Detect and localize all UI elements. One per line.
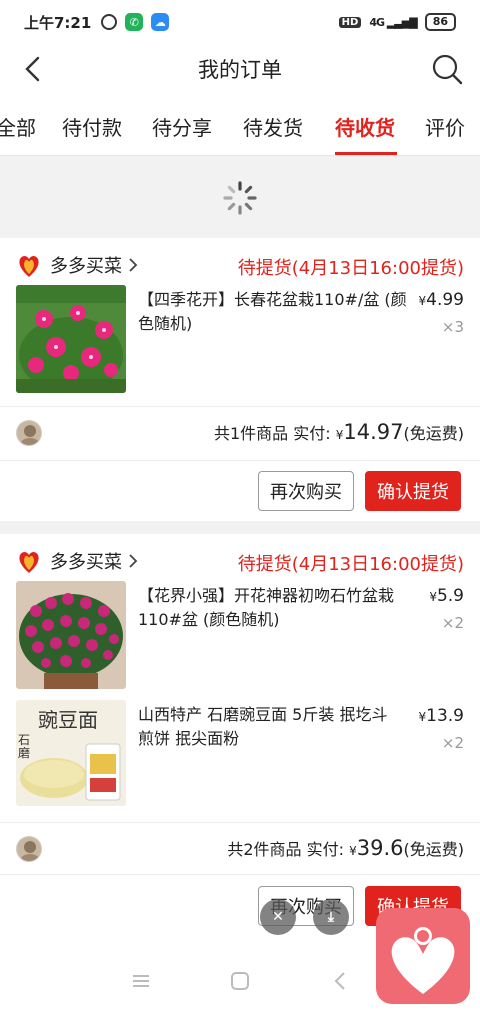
order-total: 39.6: [356, 836, 404, 860]
tab-review[interactable]: 评价: [425, 112, 465, 141]
pea-flour-side-label: 石磨: [18, 733, 31, 760]
menu-icon[interactable]: [130, 970, 152, 992]
divider: [0, 460, 480, 461]
order-summary: 共1件商品 实付: ¥14.97(免运费): [213, 420, 464, 444]
dianthus-flower-image: [16, 581, 126, 689]
product-title[interactable]: 山西特产 石磨豌豆面 5斤装 抿圪斗 煎饼 抿尖面粉: [138, 703, 408, 751]
product-quantity: ×2: [441, 734, 464, 752]
order-card: 多多买菜 待提货(4月13日16:00提货) 【四季花开】长春花盆栽110#/盆…: [0, 238, 480, 521]
order-status: 待提货(4月13日16:00提货): [237, 258, 464, 279]
rebuy-button[interactable]: 再次购买: [258, 471, 354, 511]
page-title: 我的订单: [198, 58, 282, 82]
hd-badge: HD: [338, 16, 362, 28]
status-bar: 上午7:21 ✆ ☁ HD 4G ▂▃▅▇ 86: [0, 0, 480, 44]
loading-spinner-icon: [223, 181, 257, 215]
back-arrow-icon[interactable]: [20, 54, 50, 84]
product-image[interactable]: [16, 285, 126, 393]
product-price: ¥4.99: [418, 290, 465, 310]
shop-logo-icon: [19, 552, 39, 573]
chevron-right-icon: [129, 258, 138, 272]
download-icon[interactable]: ⤓: [313, 899, 349, 935]
order-status: 待提货(4月13日16:00提货): [237, 554, 464, 575]
confirm-pickup-button[interactable]: 确认提货: [365, 471, 461, 511]
divider: [0, 874, 480, 875]
shop-name: 多多买菜: [50, 256, 122, 277]
order-total: 14.97: [343, 420, 404, 444]
signal-icon: 4G ▂▃▅▇: [369, 15, 417, 29]
product-quantity: ×3: [441, 318, 464, 336]
top-bar: 我的订单: [0, 44, 480, 94]
search-icon[interactable]: [430, 52, 464, 86]
chevron-right-icon: [129, 554, 138, 568]
battery-indicator: 86: [424, 13, 456, 31]
shop-name: 多多买菜: [50, 552, 122, 573]
order-tabs: 全部 待付款 待分享 待发货 待收货 评价: [0, 94, 480, 156]
product-quantity: ×2: [441, 614, 464, 632]
product-price: ¥13.9: [418, 706, 465, 726]
product-image[interactable]: 豌豆面 石磨: [16, 700, 126, 806]
floating-app-shortcut[interactable]: [376, 908, 470, 1004]
shop-link[interactable]: 多多买菜: [16, 252, 138, 278]
alarm-icon: [101, 14, 118, 30]
order-card: 多多买菜 待提货(4月13日16:00提货) 【花界小强】开花神器初吻石竹盆栽1…: [0, 534, 480, 950]
back-icon[interactable]: [330, 970, 352, 992]
active-tab-indicator: [335, 152, 397, 155]
close-icon[interactable]: ✕: [260, 899, 296, 935]
tab-pending-payment[interactable]: 待付款: [62, 112, 122, 141]
tab-all[interactable]: 全部: [0, 112, 36, 141]
tab-pending-shipment[interactable]: 待发货: [243, 112, 303, 141]
home-icon[interactable]: [229, 970, 251, 992]
phone-app-icon: ✆: [125, 13, 144, 31]
tab-pending-receipt[interactable]: 待收货: [335, 112, 395, 141]
order-summary: 共2件商品 实付: ¥39.6(免运费): [227, 836, 464, 860]
shop-link[interactable]: 多多买菜: [16, 548, 138, 574]
buyer-avatar: [16, 420, 42, 446]
product-title[interactable]: 【花界小强】开花神器初吻石竹盆栽110#盆 (颜色随机): [138, 584, 408, 632]
product-price: ¥5.9: [429, 586, 464, 606]
shop-logo-icon: [19, 256, 39, 277]
product-title[interactable]: 【四季花开】长春花盆栽110#/盆 (颜色随机): [138, 288, 408, 336]
divider: [0, 406, 480, 407]
status-time: 上午7:21: [24, 13, 92, 32]
divider: [0, 822, 480, 823]
cloud-app-icon: ☁: [151, 13, 170, 31]
pea-flour-label: 豌豆面: [38, 708, 98, 732]
product-image[interactable]: [16, 581, 126, 689]
heart-person-icon: [391, 927, 455, 994]
tab-pending-share[interactable]: 待分享: [152, 112, 212, 141]
pink-flower-pot-image: [16, 285, 126, 393]
buyer-avatar: [16, 836, 42, 862]
